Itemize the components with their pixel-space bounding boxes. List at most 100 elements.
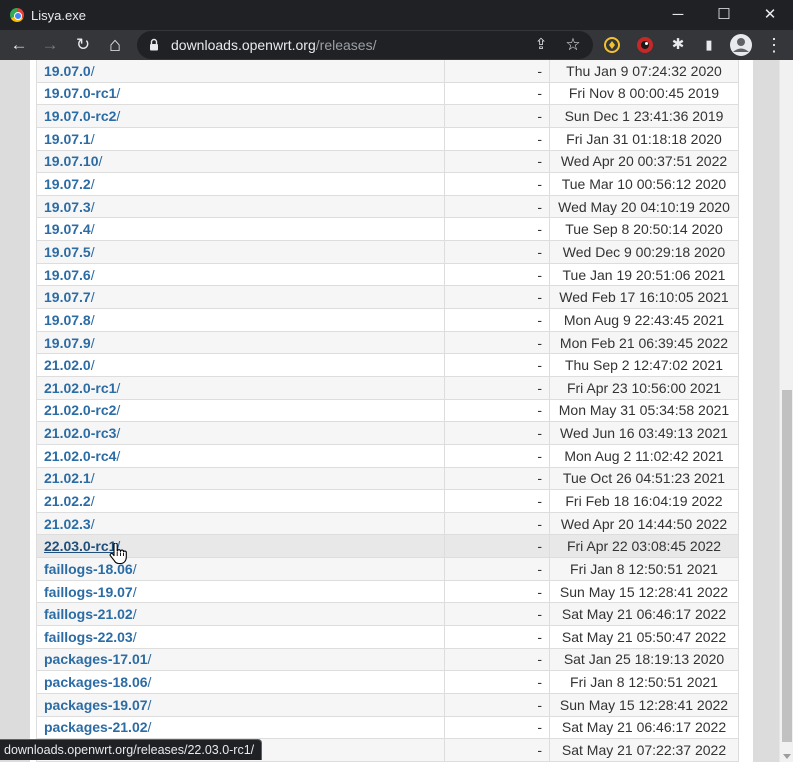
directory-link[interactable]: 21.02.0-rc2 [44, 402, 116, 418]
directory-link[interactable]: 19.07.3 [44, 199, 91, 215]
directory-link[interactable]: 19.07.0-rc1 [44, 85, 116, 101]
reload-button[interactable]: ↻ [71, 33, 95, 57]
directory-link[interactable]: 19.07.0 [44, 63, 91, 79]
path-slash[interactable]: / [91, 267, 95, 283]
scroll-down-arrow-icon[interactable] [783, 754, 791, 759]
directory-link[interactable]: 21.02.0 [44, 357, 91, 373]
window-title: Lisya.exe [31, 8, 86, 23]
directory-link[interactable]: 21.02.2 [44, 493, 91, 509]
directory-link[interactable]: packages-17.01 [44, 651, 148, 667]
share-icon[interactable]: ⇪ [529, 33, 553, 57]
directory-link[interactable]: 21.02.0-rc4 [44, 448, 116, 464]
directory-link[interactable]: 22.03.0-rc1 [44, 538, 116, 554]
directory-link[interactable]: 19.07.2 [44, 176, 91, 192]
directory-link[interactable]: 21.02.3 [44, 516, 91, 532]
directory-link[interactable]: 19.07.1 [44, 131, 91, 147]
directory-link[interactable]: packages-21.02 [44, 719, 148, 735]
path-slash[interactable]: / [91, 289, 95, 305]
size-cell: - [444, 511, 550, 536]
path-slash[interactable]: / [148, 719, 152, 735]
date-cell: Wed Jun 16 03:49:13 2021 [548, 421, 740, 445]
directory-link[interactable]: 21.02.0-rc1 [44, 380, 116, 396]
directory-link[interactable]: 19.07.0-rc2 [44, 108, 116, 124]
path-slash[interactable]: / [91, 516, 95, 532]
size-cell: - [444, 579, 550, 604]
path-slash[interactable]: / [133, 561, 137, 577]
date-cell: Tue Sep 8 20:50:14 2020 [548, 217, 740, 242]
path-slash[interactable]: / [116, 380, 120, 396]
extensions-puzzle-icon[interactable]: ✱ [666, 33, 690, 57]
directory-link[interactable]: 19.07.10 [44, 153, 99, 169]
path-slash[interactable]: / [116, 108, 120, 124]
directory-link[interactable]: faillogs-21.02 [44, 606, 133, 622]
home-button[interactable]: ⌂ [103, 33, 127, 57]
table-row: 19.07.0/- Thu Jan 9 07:24:32 2020 [35, 60, 740, 83]
path-slash[interactable]: / [116, 402, 120, 418]
path-slash[interactable]: / [91, 221, 95, 237]
path-slash[interactable]: / [91, 176, 95, 192]
side-panel-icon[interactable]: ▮ [697, 33, 721, 57]
extension-red-icon[interactable] [636, 36, 654, 54]
path-slash[interactable]: / [91, 312, 95, 328]
size-cell: - [444, 330, 550, 355]
size-cell: - [444, 647, 550, 672]
path-slash[interactable]: / [133, 584, 137, 600]
path-slash[interactable]: / [133, 606, 137, 622]
path-slash[interactable]: / [148, 697, 152, 713]
address-bar[interactable]: downloads.openwrt.org/releases/ ⇪ ☆ [137, 31, 593, 59]
browser-menu-icon[interactable]: ⋮ [762, 33, 786, 57]
path-slash[interactable]: / [91, 244, 95, 260]
close-window-button[interactable]: ✕ [747, 0, 793, 30]
date-cell: Tue Mar 10 00:56:12 2020 [548, 172, 740, 196]
name-cell: 19.07.5/ [35, 240, 446, 264]
path-slash[interactable]: / [91, 493, 95, 509]
directory-link[interactable]: 19.07.8 [44, 312, 91, 328]
size-cell: - [444, 60, 550, 83]
back-button[interactable]: ← [7, 33, 31, 57]
scrollbar-thumb[interactable] [782, 390, 792, 742]
lock-icon[interactable] [149, 38, 159, 51]
minimize-button[interactable]: ─ [655, 0, 701, 30]
path-slash[interactable]: / [133, 629, 137, 645]
directory-link[interactable]: 19.07.4 [44, 221, 91, 237]
path-slash[interactable]: / [91, 357, 95, 373]
directory-link[interactable]: 19.07.5 [44, 244, 91, 260]
path-slash[interactable]: / [99, 153, 103, 169]
directory-link[interactable]: faillogs-19.07 [44, 584, 133, 600]
path-slash[interactable]: / [91, 63, 95, 79]
directory-link[interactable]: 21.02.0-rc3 [44, 425, 116, 441]
path-slash[interactable]: / [91, 470, 95, 486]
path-slash[interactable]: / [148, 674, 152, 690]
path-slash[interactable]: / [148, 651, 152, 667]
path-slash[interactable]: / [116, 85, 120, 101]
url-text[interactable]: downloads.openwrt.org/releases/ [171, 37, 376, 53]
directory-link[interactable]: 19.07.7 [44, 289, 91, 305]
directory-link[interactable]: 19.07.6 [44, 267, 91, 283]
name-cell: 21.02.2/ [35, 489, 446, 513]
path-slash[interactable]: / [91, 199, 95, 215]
date-cell: Sat May 21 07:22:37 2022 [548, 738, 740, 762]
directory-link[interactable]: 21.02.1 [44, 470, 91, 486]
path-slash[interactable]: / [116, 448, 120, 464]
bookmark-star-icon[interactable]: ☆ [561, 33, 585, 57]
size-cell: - [444, 489, 550, 513]
maximize-button[interactable]: ☐ [701, 0, 747, 30]
size-cell: - [444, 602, 550, 627]
forward-button[interactable]: → [38, 33, 62, 57]
name-cell: faillogs-18.06/ [35, 557, 446, 581]
vertical-scrollbar[interactable] [779, 60, 793, 762]
directory-link[interactable]: packages-19.07 [44, 697, 148, 713]
directory-link[interactable]: 19.07.9 [44, 335, 91, 351]
name-cell: 19.07.0-rc2/ [35, 104, 446, 128]
title-bar: Lisya.exe ─ ☐ ✕ [0, 0, 793, 30]
path-slash[interactable]: / [116, 425, 120, 441]
table-row: faillogs-18.06/- Fri Jan 8 12:50:51 2021 [35, 557, 740, 581]
path-slash[interactable]: / [91, 131, 95, 147]
profile-avatar[interactable] [729, 33, 753, 57]
directory-link[interactable]: packages-18.06 [44, 674, 148, 690]
size-cell: - [444, 285, 550, 310]
extension-yellow-icon[interactable] [603, 36, 621, 54]
directory-link[interactable]: faillogs-22.03 [44, 629, 133, 645]
table-row: faillogs-21.02/- Sat May 21 06:46:17 2022 [35, 602, 740, 627]
path-slash[interactable]: / [91, 335, 95, 351]
